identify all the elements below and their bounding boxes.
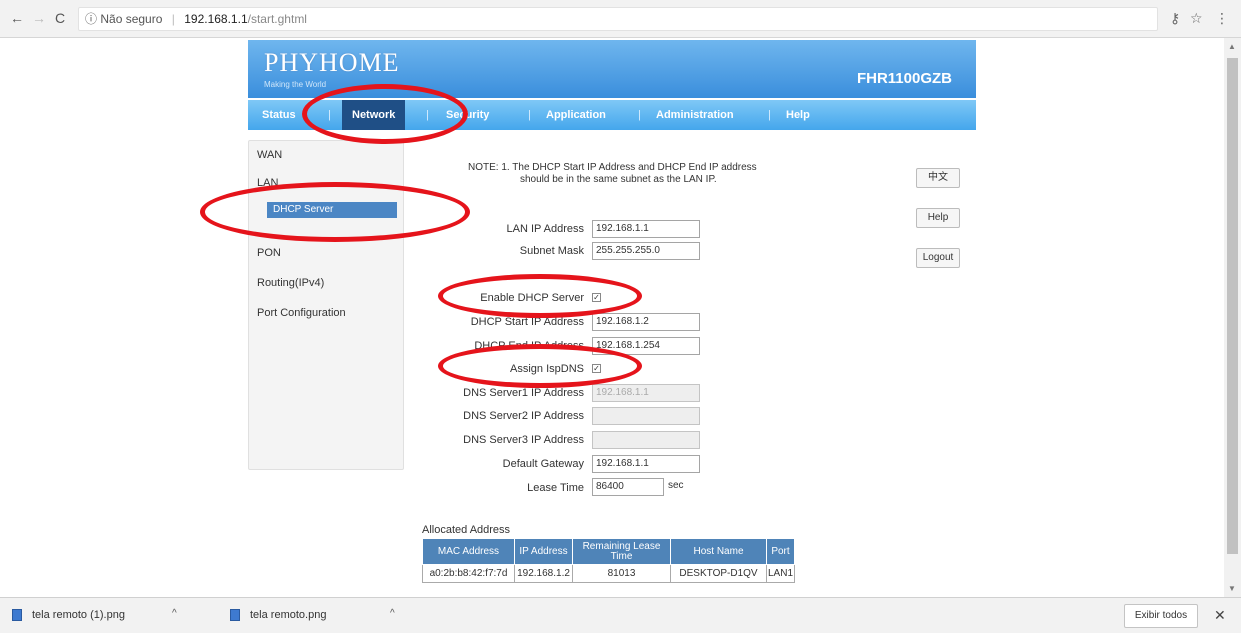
dhcp-note: NOTE: 1. The DHCP Start IP Address and D… <box>468 162 868 186</box>
header-port: Port <box>766 538 795 565</box>
annotation-ellipse-assign-dns <box>438 344 642 388</box>
router-tagline: Making the World <box>264 80 327 89</box>
address-bar[interactable]: ⓘ Não seguro | 192.168.1.1/start.ghtml <box>78 7 1158 31</box>
bookmark-star-icon[interactable]: ☆ <box>1190 10 1203 27</box>
header-mac: MAC Address <box>422 538 515 565</box>
table-header-row: MAC Address IP Address Remaining Lease T… <box>422 538 795 565</box>
cell-mac: a0:2b:b8:42:f7:7d <box>422 564 515 583</box>
allocated-address-table: MAC Address IP Address Remaining Lease T… <box>422 538 795 583</box>
scroll-down-icon[interactable]: ▼ <box>1228 584 1236 593</box>
default-gateway-field[interactable]: 192.168.1.1 <box>592 455 700 473</box>
dns1-label: DNS Server1 IP Address <box>463 387 584 399</box>
info-icon[interactable]: ⓘ <box>85 12 97 26</box>
image-file-icon <box>12 609 22 621</box>
browser-toolbar: ← → C ⓘ Não seguro | 192.168.1.1/start.g… <box>0 0 1241 38</box>
key-icon[interactable]: ⚷ <box>1170 10 1180 27</box>
dns2-label: DNS Server2 IP Address <box>463 410 584 422</box>
image-file-icon <box>230 609 240 621</box>
sidebar-item-wan[interactable]: WAN <box>257 149 282 161</box>
url-separator: | <box>171 12 175 26</box>
logout-button[interactable]: Logout <box>916 248 960 268</box>
cell-remaining-lease: 81013 <box>572 564 671 583</box>
note-line-1: NOTE: 1. The DHCP Start IP Address and D… <box>468 162 757 173</box>
header-remaining-lease: Remaining Lease Time <box>572 538 671 565</box>
default-gateway-label: Default Gateway <box>502 458 584 470</box>
chevron-up-icon[interactable]: ^ <box>172 608 177 619</box>
help-button[interactable]: Help <box>916 208 960 228</box>
download-item-2[interactable]: tela remoto.png <box>250 609 326 621</box>
table-row: a0:2b:b8:42:f7:7d 192.168.1.2 81013 DESK… <box>422 564 795 583</box>
allocated-address-title: Allocated Address <box>422 524 511 536</box>
sidebar-item-routing[interactable]: Routing(IPv4) <box>257 277 324 289</box>
lan-ip-field[interactable]: 192.168.1.1 <box>592 220 700 238</box>
dns3-field <box>592 431 700 449</box>
menu-separator: | <box>528 109 531 121</box>
menu-separator: | <box>638 109 641 121</box>
menu-application[interactable]: Application <box>546 100 606 130</box>
header-ip: IP Address <box>514 538 573 565</box>
language-button[interactable]: 中文 <box>916 168 960 188</box>
scroll-up-icon[interactable]: ▲ <box>1228 42 1236 51</box>
cell-host-name: DESKTOP-D1QV <box>670 564 767 583</box>
forward-arrow-icon[interactable]: → <box>32 10 46 26</box>
url-path: /start.ghtml <box>247 12 307 26</box>
router-model: FHR1100GZB <box>856 70 952 87</box>
menu-help[interactable]: Help <box>786 100 810 130</box>
cell-ip: 192.168.1.2 <box>514 564 573 583</box>
download-shelf: tela remoto (1).png ^ tela remoto.png ^ … <box>0 597 1241 633</box>
url-host: 192.168.1.1 <box>184 12 248 26</box>
lease-time-label: Lease Time <box>527 482 584 494</box>
sidebar-item-pon[interactable]: PON <box>257 247 281 259</box>
annotation-ellipse-network <box>302 84 468 144</box>
security-label: Não seguro <box>100 12 163 26</box>
note-line-2: should be in the same subnet as the LAN … <box>520 174 717 185</box>
chevron-up-icon[interactable]: ^ <box>390 608 395 619</box>
lease-time-field[interactable]: 86400 <box>592 478 664 496</box>
router-logo: PHYHOME <box>264 48 400 77</box>
show-all-button[interactable]: Exibir todos <box>1124 604 1198 628</box>
dhcp-start-field[interactable]: 192.168.1.2 <box>592 313 700 331</box>
subnet-mask-field[interactable]: 255.255.255.0 <box>592 242 700 260</box>
back-arrow-icon[interactable]: ← <box>10 10 24 26</box>
reload-icon[interactable]: C <box>55 10 65 26</box>
scroll-thumb[interactable] <box>1227 58 1238 554</box>
lease-time-unit: sec <box>668 480 684 491</box>
dns3-label: DNS Server3 IP Address <box>463 434 584 446</box>
menu-status[interactable]: Status <box>262 100 296 130</box>
menu-kebab-icon[interactable]: ⋮ <box>1215 10 1229 27</box>
download-item-1[interactable]: tela remoto (1).png <box>32 609 125 621</box>
cell-port: LAN1 <box>766 564 795 583</box>
menu-administration[interactable]: Administration <box>656 100 734 130</box>
page-scrollbar[interactable]: ▲ ▼ <box>1224 38 1241 597</box>
dns1-field: 192.168.1.1 <box>592 384 700 402</box>
dns2-field <box>592 407 700 425</box>
subnet-mask-label: Subnet Mask <box>519 245 584 257</box>
annotation-ellipse-dhcp-server <box>200 182 470 242</box>
annotation-ellipse-enable-dhcp <box>438 274 642 318</box>
menu-separator: | <box>768 109 771 121</box>
header-host-name: Host Name <box>670 538 767 565</box>
close-icon[interactable]: ✕ <box>1214 607 1226 624</box>
